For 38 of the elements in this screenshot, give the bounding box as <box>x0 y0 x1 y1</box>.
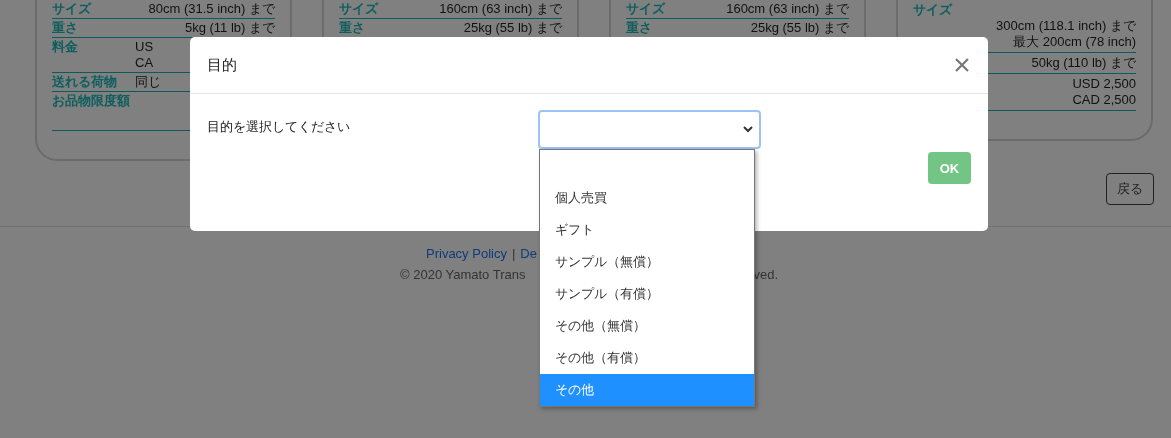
row-label: 送れる荷物 <box>52 74 117 90</box>
field-label: 目的を選択してください <box>207 118 350 136</box>
row-value: CA <box>135 55 154 71</box>
row-label: サイズ <box>339 1 378 17</box>
copyright-text: © 2020 Yamato Trans <box>400 267 526 282</box>
option-item[interactable]: サンプル（無償） <box>540 246 754 278</box>
row-label: 重さ <box>626 20 652 36</box>
option-item[interactable]: その他（無償） <box>540 310 754 342</box>
row-label: サイズ <box>626 1 665 17</box>
option-item[interactable]: サンプル（有償） <box>540 278 754 310</box>
row-value: 5kg (11 lb) まで <box>184 20 275 36</box>
row-value: 25kg (55 lb) まで <box>750 20 849 36</box>
close-icon[interactable] <box>955 58 969 72</box>
row-label: サイズ <box>913 2 952 18</box>
row-value: 最大 200cm (78 inch) <box>1013 34 1136 50</box>
row-label: お品物限度額 <box>52 93 130 110</box>
row-label: 料金 <box>52 39 78 56</box>
link-separator: | <box>511 246 516 261</box>
row-value: 80cm (31.5 inch) まで <box>148 1 275 17</box>
back-button[interactable]: 戻る <box>1106 173 1154 205</box>
chevron-down-icon <box>743 126 753 133</box>
row-value: 50kg (110 lb) まで <box>1031 55 1136 71</box>
row-label: サイズ <box>52 1 91 17</box>
row-value: 160cm (63 inch) まで <box>439 1 562 17</box>
row-value: USD 2,500 <box>1072 76 1136 92</box>
row-value: 25kg (55 lb) まで <box>463 20 562 36</box>
row-value: US <box>135 39 154 55</box>
row-label: 重さ <box>52 20 78 36</box>
dialog-title: 目的 <box>207 55 237 75</box>
row-value: 160cm (63 inch) まで <box>726 1 849 17</box>
option-item[interactable]: ギフト <box>540 214 754 246</box>
copyright-text: ved. <box>753 267 779 282</box>
option-item[interactable]: その他（有償） <box>540 342 754 374</box>
row-value: 同じ <box>135 74 161 90</box>
option-item[interactable]: 個人売買 <box>540 182 754 214</box>
row-value: 300cm (118.1 inch) まで <box>996 18 1136 34</box>
row-value: CAD 2,500 <box>1072 92 1136 108</box>
row-label: 重さ <box>339 20 365 36</box>
